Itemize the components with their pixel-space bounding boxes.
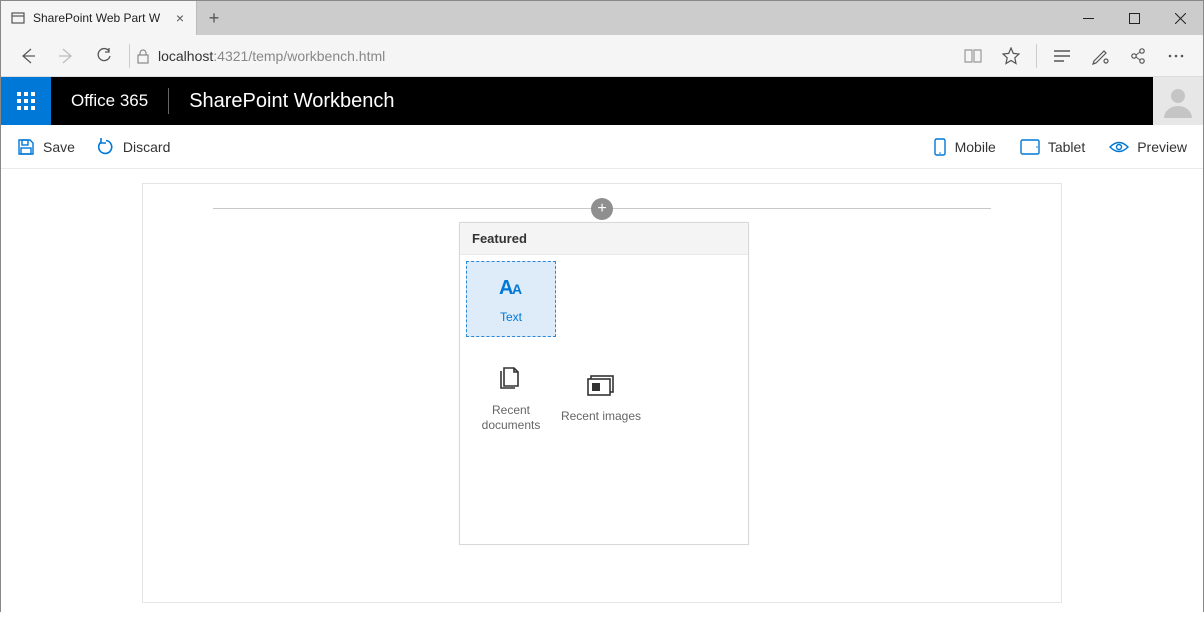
discard-label: Discard — [123, 139, 170, 155]
lock-icon — [136, 48, 150, 64]
reading-view-icon[interactable] — [954, 37, 992, 75]
card-label: Recent images — [561, 409, 641, 425]
text-icon: A A — [495, 272, 527, 300]
suite-bar: Office 365 SharePoint Workbench — [1, 77, 1203, 125]
preview-button[interactable]: Preview — [1109, 139, 1187, 155]
refresh-button[interactable] — [85, 37, 123, 75]
share-icon[interactable] — [1119, 37, 1157, 75]
preview-label: Preview — [1137, 139, 1187, 155]
svg-text:A: A — [512, 281, 522, 297]
discard-button[interactable]: Discard — [97, 138, 170, 156]
tab-close-button[interactable]: × — [172, 10, 188, 26]
command-bar: Save Discard Mobile Tablet Preview — [1, 125, 1203, 169]
more-icon[interactable] — [1157, 37, 1195, 75]
window-controls — [1065, 1, 1203, 35]
images-icon — [585, 373, 617, 399]
separator — [129, 44, 130, 68]
app-title: SharePoint Workbench — [169, 77, 414, 125]
browser-tab[interactable]: SharePoint Web Part W × — [1, 1, 197, 35]
forward-button[interactable] — [47, 37, 85, 75]
suite-brand[interactable]: Office 365 — [51, 77, 168, 125]
url-port: :4321 — [213, 48, 248, 64]
webpart-card-recent-documents[interactable]: Recent documents — [466, 355, 556, 444]
mobile-label: Mobile — [955, 139, 996, 155]
url-host: localhost — [158, 48, 213, 64]
webpart-picker: Featured A A Text Recent — [459, 222, 749, 545]
favorite-icon[interactable] — [992, 37, 1030, 75]
new-tab-button[interactable]: + — [197, 1, 231, 35]
browser-titlebar: SharePoint Web Part W × + — [1, 1, 1203, 35]
picker-header: Featured — [460, 223, 748, 255]
card-label: Recent documents — [470, 403, 552, 434]
separator — [1036, 44, 1037, 68]
page-favicon — [11, 11, 25, 25]
save-button[interactable]: Save — [17, 138, 75, 156]
browser-right-icons — [954, 37, 1195, 75]
add-webpart-button[interactable]: + — [591, 198, 613, 220]
tablet-view-button[interactable]: Tablet — [1020, 139, 1085, 155]
back-button[interactable] — [9, 37, 47, 75]
save-label: Save — [43, 139, 75, 155]
documents-icon — [496, 365, 526, 393]
browser-address-bar: localhost:4321/temp/workbench.html — [1, 35, 1203, 77]
url-display[interactable]: localhost:4321/temp/workbench.html — [158, 48, 385, 64]
card-label: Text — [500, 310, 522, 326]
maximize-button[interactable] — [1111, 1, 1157, 35]
app-launcher-button[interactable] — [1, 77, 51, 125]
close-window-button[interactable] — [1157, 1, 1203, 35]
hub-icon[interactable] — [1043, 37, 1081, 75]
user-avatar[interactable] — [1153, 77, 1203, 125]
tab-title: SharePoint Web Part W — [33, 11, 172, 25]
minimize-button[interactable] — [1065, 1, 1111, 35]
webnote-icon[interactable] — [1081, 37, 1119, 75]
page-surface: + Featured A A Text — [142, 183, 1062, 603]
url-path: /temp/workbench.html — [248, 48, 385, 64]
workbench-canvas: + Featured A A Text — [1, 183, 1203, 627]
mobile-view-button[interactable]: Mobile — [933, 138, 996, 156]
webpart-card-text[interactable]: A A Text — [466, 261, 556, 337]
tablet-label: Tablet — [1048, 139, 1085, 155]
webpart-card-recent-images[interactable]: Recent images — [556, 355, 646, 444]
